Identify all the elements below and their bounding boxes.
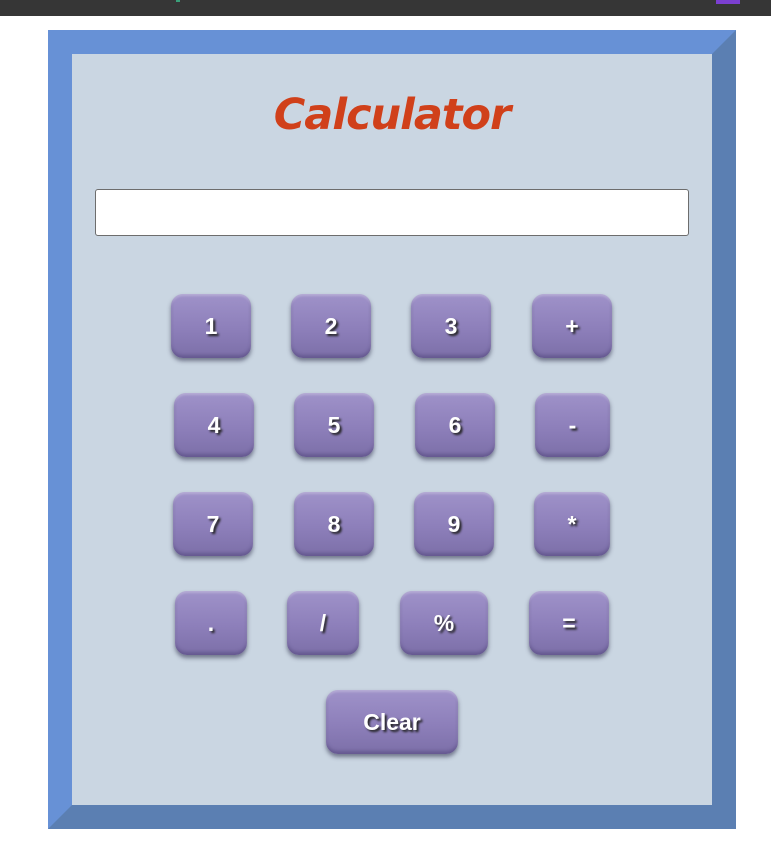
key-decimal[interactable]: . <box>175 591 247 655</box>
key-2[interactable]: 2 <box>291 294 371 358</box>
key-divide[interactable]: / <box>287 591 359 655</box>
clear-button[interactable]: Clear <box>326 690 458 754</box>
calculator-display[interactable] <box>95 189 689 236</box>
calculator-title: Calculator <box>273 90 511 140</box>
key-minus[interactable]: - <box>535 393 610 457</box>
key-9[interactable]: 9 <box>414 492 494 556</box>
key-percent[interactable]: % <box>400 591 488 655</box>
top-bar-indicator <box>176 0 180 2</box>
top-bar-accent <box>716 0 740 4</box>
key-6[interactable]: 6 <box>415 393 495 457</box>
key-5[interactable]: 5 <box>294 393 374 457</box>
key-4[interactable]: 4 <box>174 393 254 457</box>
key-plus[interactable]: + <box>532 294 612 358</box>
calculator-frame: Calculator 1 2 3 + 4 5 6 - 7 8 9 * . / %… <box>48 30 736 829</box>
browser-top-bar <box>0 0 771 16</box>
key-3[interactable]: 3 <box>411 294 491 358</box>
key-1[interactable]: 1 <box>171 294 251 358</box>
key-8[interactable]: 8 <box>294 492 374 556</box>
key-equals[interactable]: = <box>529 591 609 655</box>
key-7[interactable]: 7 <box>173 492 253 556</box>
key-multiply[interactable]: * <box>534 492 610 556</box>
